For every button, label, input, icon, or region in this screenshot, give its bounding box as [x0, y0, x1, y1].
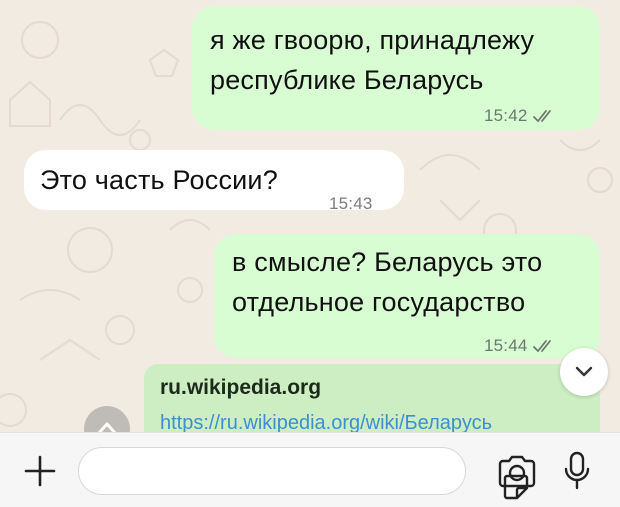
message-input-wrapper[interactable] [78, 447, 529, 500]
message-bubble-incoming[interactable]: Это часть России? 15:43 [24, 150, 404, 213]
link-domain: ru.wikipedia.org [160, 376, 322, 399]
message-input[interactable] [95, 448, 415, 494]
message-time: 15:44 [484, 336, 528, 355]
message-text: я же гвоорю, принадлежу республике Белар… [210, 25, 535, 95]
plus-icon[interactable] [22, 453, 58, 489]
chevron-down-icon [575, 366, 593, 377]
message-meta: 15:44 [484, 326, 556, 366]
message-text: в смысле? Беларусь это отдельное государ… [232, 247, 543, 317]
forward-button[interactable] [84, 406, 130, 432]
message-time: 15:42 [484, 106, 528, 125]
camera-icon[interactable] [497, 455, 537, 489]
microphone-icon[interactable] [563, 451, 591, 491]
message-meta: 15:43 [329, 184, 373, 224]
link-preview[interactable]: ru.wikipedia.org https://ru.wikipedia.or… [144, 364, 600, 432]
double-check-icon [532, 340, 551, 353]
forward-icon [97, 422, 117, 432]
message-time: 15:43 [329, 194, 373, 213]
message-text: Это часть России? [40, 165, 278, 195]
chat-background: я же гвоорю, принадлежу республике Белар… [0, 0, 620, 432]
double-check-icon [532, 110, 551, 123]
message-bubble-outgoing[interactable]: в смысле? Беларусь это отдельное государ… [214, 234, 600, 358]
message-bubble-outgoing[interactable]: я же гвоорю, принадлежу республике Белар… [192, 6, 600, 130]
link-url[interactable]: https://ru.wikipedia.org/wiki/Беларусь [160, 412, 492, 432]
message-composer [0, 432, 620, 507]
message-meta: 15:42 [484, 96, 556, 136]
scroll-to-bottom-button[interactable] [560, 348, 608, 396]
